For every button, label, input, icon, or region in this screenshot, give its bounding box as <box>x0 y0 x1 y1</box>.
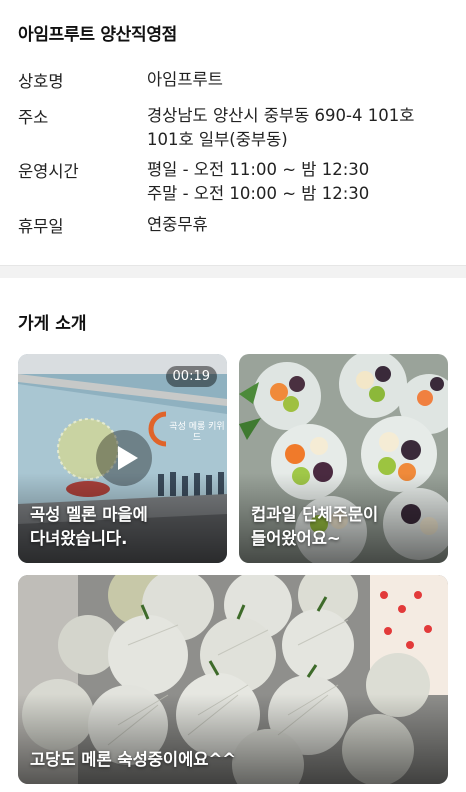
name-label: 상호명 <box>18 72 64 91</box>
mural-text: 곡성 메롱 키위드 <box>169 422 225 443</box>
caption-line-1: 곡성 멜론 마을에 <box>30 505 148 524</box>
address-line-1: 경상남도 양산시 중부동 690-4 101호 <box>147 106 415 125</box>
card-caption: 고당도 메론 숙성중이에요^^ <box>30 750 237 769</box>
closed-value: 연중무휴 <box>147 215 208 234</box>
intro-card-melons[interactable]: 고당도 메론 숙성중이에요^^ <box>18 575 448 784</box>
hours-weekend: 주말 - 오전 10:00 ~ 밤 12:30 <box>147 184 370 203</box>
caption-line-1: 컵과일 단체주문이 <box>251 505 379 524</box>
caption-line-2: 다녀왔습니다. <box>30 529 128 548</box>
intro-section-title: 가게 소개 <box>18 314 87 334</box>
hours-label: 운영시간 <box>18 162 79 181</box>
card-caption: 곡성 멜론 마을에 다녀왔습니다. <box>30 503 148 551</box>
intro-card-cup-fruit[interactable]: 컵과일 단체주문이 들어왔어요~ <box>239 354 448 563</box>
hours-value: 평일 - 오전 11:00 ~ 밤 12:30 주말 - 오전 10:00 ~ … <box>147 158 457 206</box>
address-value[interactable]: 경상남도 양산시 중부동 690-4 101호 101호 일부(중부동) <box>147 104 457 152</box>
store-title: 아임프루트 양산직영점 <box>18 25 178 45</box>
hours-weekday: 평일 - 오전 11:00 ~ 밤 12:30 <box>147 160 370 179</box>
address-label: 주소 <box>18 108 49 127</box>
closed-label: 휴무일 <box>18 217 64 236</box>
address-line-2: 101호 일부(중부동) <box>147 130 288 149</box>
card-caption: 컵과일 단체주문이 들어왔어요~ <box>251 503 378 551</box>
caption-line-2: 들어왔어요~ <box>251 529 341 548</box>
play-icon[interactable] <box>96 430 152 486</box>
name-value: 아임프루트 <box>147 70 223 89</box>
section-divider <box>0 265 466 278</box>
video-duration: 00:19 <box>165 366 217 387</box>
intro-card-video[interactable]: 곡성 메롱 키위드 00:19 곡성 멜론 마을에 다녀왔습니다. <box>18 354 227 563</box>
